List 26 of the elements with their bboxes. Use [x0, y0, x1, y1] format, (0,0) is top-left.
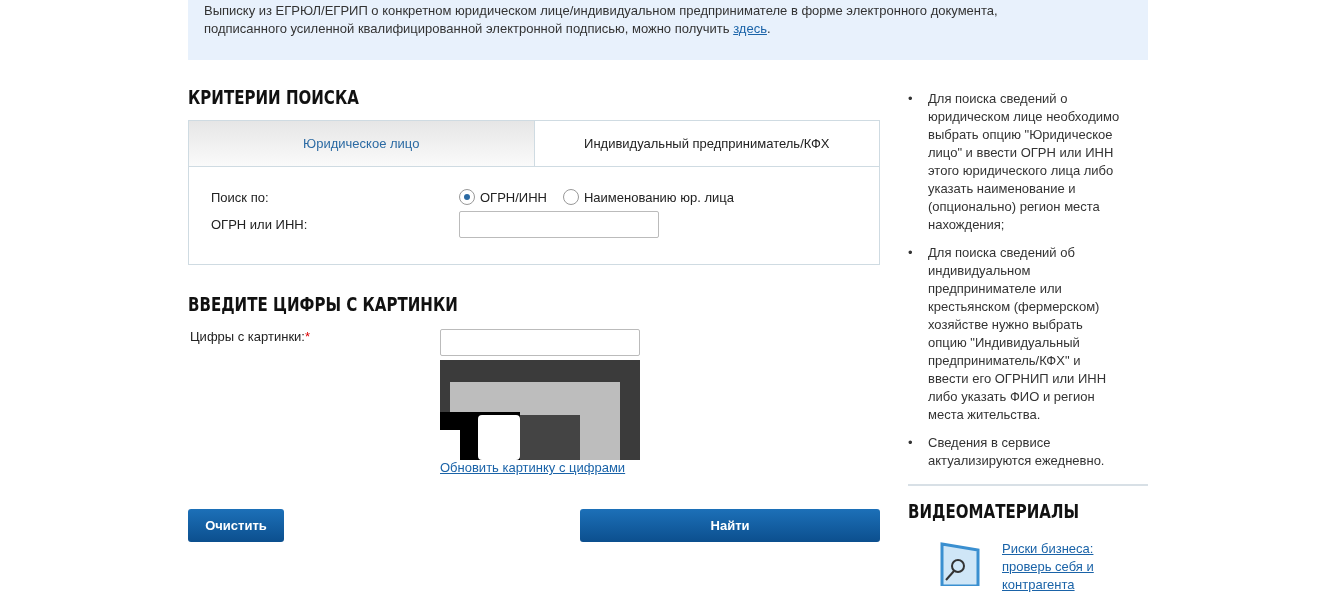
radio-icon[interactable] — [459, 189, 475, 205]
radio-icon[interactable] — [562, 189, 579, 205]
section-title: ВИДЕОМАТЕРИАЛЫ — [908, 500, 1080, 522]
notice-text: подписанного усиленной квалифицированной электронной подписью, можно получить здесь. — [204, 20, 772, 38]
refresh-captcha-link[interactable]: Обновить картинку с цифрами — [440, 460, 626, 475]
video-link[interactable]: Риски бизнеса: проверь себя и контрагента — [1002, 540, 1112, 594]
field-label: ОГРН или ИНН: — [211, 217, 309, 232]
here-link[interactable]: здесь — [733, 21, 767, 36]
radio-option[interactable]: ОГРН/ИНН — [459, 189, 547, 205]
field-label: Поиск по: — [211, 189, 270, 205]
tab[interactable]: Юридическое лицо — [189, 121, 534, 166]
help-text: Для поиска сведений о юридическом лице необходимо выбрать опцию "Юридическое лицо" и ввести ОГРН или ИНН этого юридического лица либо указать наименование и (опционально) регион места нахождения; — [928, 90, 1121, 234]
bullet: • — [908, 90, 914, 108]
help-text: Для поиска сведений об индивидуальном предпринимателе или крестьянском (фермерском) хозяйстве нужно выбрать опцию "Индивидуальный предприниматель/КФХ" и ввести его ОГРНИП или ИНН либо указать ФИО и регион места жительства. — [928, 244, 1108, 424]
input-field[interactable] — [459, 211, 659, 238]
bullet: • — [908, 434, 914, 452]
notice-text: Выписку из ЕГРЮЛ/ЕГРИП о конкретном юридическом лице/индивидуальном предпринимателе в форме электронного документа, — [204, 2, 999, 20]
bullet: • — [908, 244, 914, 262]
radio-option[interactable]: Наименованию юр. лица — [562, 189, 734, 205]
input-field[interactable] — [440, 329, 640, 356]
help-text: Сведения в сервисе актуализируются ежедневно. — [928, 434, 1106, 470]
section-title: ВВЕДИТЕ ЦИФРЫ С КАРТИНКИ — [188, 293, 459, 315]
search-button[interactable]: Найти — [580, 509, 880, 542]
clear-button[interactable]: Очистить — [188, 509, 284, 542]
field-label: Цифры с картинки:* — [190, 329, 312, 346]
section-title: КРИТЕРИИ ПОИСКА — [188, 86, 360, 108]
